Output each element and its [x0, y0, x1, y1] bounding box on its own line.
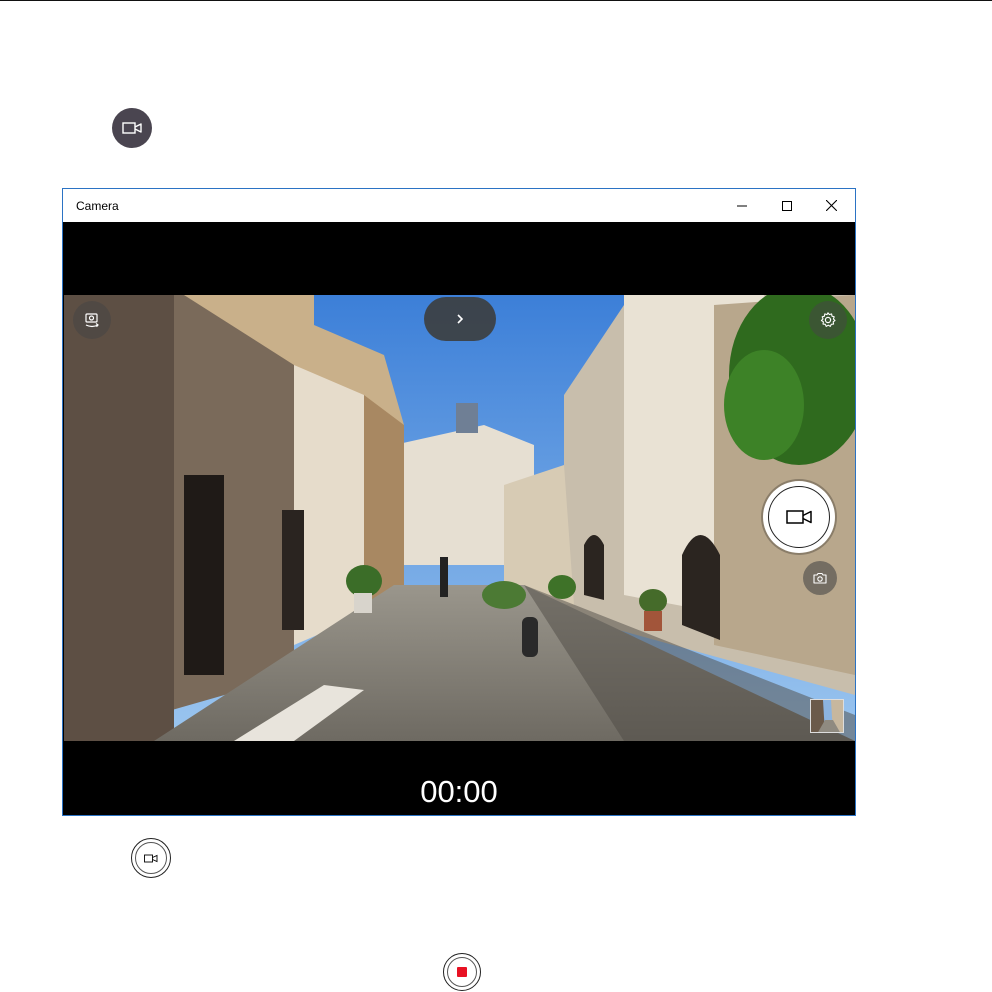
top-rule	[0, 0, 992, 1]
video-camera-icon	[122, 122, 142, 134]
maximize-icon	[781, 200, 792, 211]
camera-switch-icon	[85, 313, 99, 328]
dark-video-button	[112, 108, 152, 148]
expand-controls-button[interactable]	[424, 297, 496, 341]
minimize-icon	[736, 205, 747, 206]
photo-mode-button[interactable]	[803, 561, 837, 595]
recording-timer: 00:00	[420, 774, 498, 809]
gallery-thumbnail[interactable]	[810, 699, 844, 733]
camera-viewfinder	[64, 295, 855, 741]
stop-recording-button	[443, 953, 481, 991]
settings-button[interactable]	[809, 301, 847, 339]
video-camera-icon	[144, 854, 158, 862]
gear-icon	[820, 312, 836, 327]
outline-video-button	[131, 838, 171, 878]
video-camera-icon	[786, 510, 812, 524]
window-title: Camera	[76, 199, 119, 213]
chevron-right-icon	[457, 314, 464, 324]
camera-window: Camera 00:00	[62, 188, 856, 816]
thumbnail-preview	[811, 700, 843, 732]
title-bar: Camera	[63, 189, 855, 222]
maximize-button[interactable]	[764, 189, 809, 222]
close-button[interactable]	[809, 189, 854, 222]
close-icon	[826, 200, 837, 211]
stop-icon	[457, 967, 467, 977]
minimize-button[interactable]	[719, 189, 764, 222]
camera-switch-button[interactable]	[73, 301, 111, 339]
record-video-button[interactable]	[765, 483, 833, 551]
photo-camera-icon	[813, 572, 827, 584]
